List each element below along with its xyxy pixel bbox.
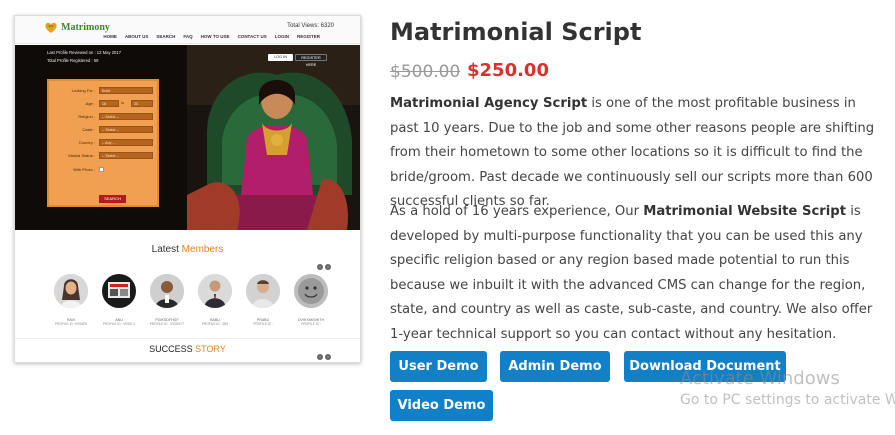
preview-form-label: Caste : bbox=[82, 127, 95, 132]
preview-nav-item: CONTACT US bbox=[237, 34, 267, 39]
preview-form-label: Looking For : bbox=[71, 88, 95, 93]
preview-nav-item: HOME bbox=[103, 34, 117, 39]
preview-story-arrows: ‹ › bbox=[317, 354, 331, 360]
product-preview-image: Matrimony Total Views: 6320 HOME ABOUT U… bbox=[14, 15, 361, 363]
preview-form-label: With Photo : bbox=[73, 167, 95, 172]
old-price: $500.00 bbox=[390, 62, 461, 82]
logo-icon bbox=[45, 22, 57, 33]
description-1-text: is one of the most profitable business i… bbox=[390, 96, 875, 209]
preview-member: DVIKYAKSHITH PROFILE ID : bbox=[291, 274, 331, 326]
preview-form-select: 30 bbox=[131, 100, 153, 107]
preview-nav-item: HOW TO USE bbox=[200, 34, 230, 39]
preview-divider bbox=[15, 338, 360, 339]
bride-photo bbox=[187, 45, 360, 230]
preview-form-select: -- Any -- bbox=[99, 139, 153, 146]
member-avatar bbox=[198, 274, 232, 308]
preview-member: BABU PROFILE ID : 3R5 bbox=[195, 274, 235, 326]
preview-total-views: Total Views: 6320 bbox=[287, 23, 334, 29]
preview-nav: HOME ABOUT US SEARCH FAQ HOW TO USE CONT… bbox=[103, 34, 320, 39]
member-avatar bbox=[246, 274, 280, 308]
member-profile-id: PROFILE ID : bbox=[253, 322, 273, 326]
preview-members-word: Members bbox=[181, 244, 224, 255]
admin-demo-button[interactable]: Admin Demo bbox=[500, 351, 610, 382]
preview-nav-item: ABOUT US bbox=[124, 34, 149, 39]
preview-latest-members-heading: Latest Members bbox=[15, 244, 360, 255]
preview-nav-item: LOGIN bbox=[274, 34, 289, 39]
member-profile-id: PROFILE ID : VI0DE 3 bbox=[102, 322, 136, 326]
preview-hero: Last Profile Reviewed on : 12 May 2017 T… bbox=[15, 45, 360, 230]
activate-windows-watermark: Activate Windows bbox=[680, 368, 840, 389]
chevron-left-icon: ‹ bbox=[317, 264, 323, 270]
preview-form-label: Country : bbox=[78, 140, 95, 145]
product-title: Matrimonial Script bbox=[390, 18, 642, 46]
preview-form-select: -- Select -- bbox=[99, 126, 153, 133]
product-description-2: As a hold of 16 years experience, Our Ma… bbox=[390, 200, 882, 347]
preview-success-word: SUCCESS bbox=[149, 344, 193, 354]
preview-form-select: -- Select -- bbox=[99, 113, 153, 120]
product-description-1: Matrimonial Agency Script is one of the … bbox=[390, 92, 882, 215]
description-2-before: As a hold of 16 years experience, Our bbox=[390, 204, 644, 219]
member-avatar bbox=[102, 274, 136, 308]
preview-latest-word: Latest bbox=[151, 244, 179, 255]
smiley-avatar-icon bbox=[294, 274, 328, 308]
preview-form-to: to bbox=[121, 101, 124, 105]
sale-price: $250.00 bbox=[467, 60, 549, 81]
preview-form-label: Religion : bbox=[78, 114, 95, 119]
member-profile-id: PROFILE ID : bbox=[301, 322, 321, 326]
chevron-left-icon: ‹ bbox=[317, 354, 323, 360]
preview-total-registered: Total Profile Registered : 68 bbox=[47, 58, 99, 63]
video-demo-button[interactable]: Video Demo bbox=[390, 390, 493, 421]
member-profile-id: PROFILE ID : K00AF6 bbox=[55, 322, 87, 326]
member-avatar bbox=[150, 274, 184, 308]
preview-login-button: LOG IN bbox=[268, 54, 293, 61]
preview-search-form: Looking For : Bride Age : 18 to 30 Relig… bbox=[47, 79, 159, 207]
description-2-after: is developed by multi-purpose functional… bbox=[390, 204, 873, 342]
preview-member: RAVI PROFILE ID : K00AF6 bbox=[51, 274, 91, 326]
member-avatar bbox=[54, 274, 88, 308]
chevron-right-icon: › bbox=[325, 354, 331, 360]
preview-header: Matrimony Total Views: 6320 HOME ABOUT U… bbox=[15, 16, 360, 44]
activate-windows-subtext: Go to PC settings to activate Win bbox=[680, 392, 895, 408]
preview-form-label: Marital Status : bbox=[68, 153, 95, 158]
preview-member: PGIKSDFHGF PROFILE ID : VSSBX77 bbox=[147, 274, 187, 326]
preview-nav-item: FAQ bbox=[183, 34, 193, 39]
chevron-right-icon: › bbox=[325, 264, 331, 270]
member-profile-id: PROFILE ID : 3R5 bbox=[201, 322, 229, 326]
preview-members-list: RAVI PROFILE ID : K00AF6 ANU PROFILE ID … bbox=[51, 274, 331, 326]
member-profile-id: PROFILE ID : VSSBX77 bbox=[149, 322, 185, 326]
preview-member: ANU PROFILE ID : VI0DE 3 bbox=[99, 274, 139, 326]
preview-form-select: -- Select -- bbox=[99, 152, 153, 159]
preview-form-select: Bride bbox=[99, 87, 153, 94]
description-2-bold: Matrimonial Website Script bbox=[643, 204, 847, 219]
preview-register-button: REGISTER HERE bbox=[295, 54, 327, 67]
preview-nav-item: SEARCH bbox=[156, 34, 176, 39]
preview-photo-checkbox bbox=[99, 167, 104, 172]
preview-last-reviewed: Last Profile Reviewed on : 12 May 2017 bbox=[47, 50, 122, 55]
preview-nav-item: REGISTER bbox=[296, 34, 320, 39]
preview-members-arrows: ‹ › bbox=[317, 264, 331, 270]
user-demo-button[interactable]: User Demo bbox=[390, 351, 487, 382]
preview-member: PRABU PROFILE ID : bbox=[243, 274, 283, 326]
preview-story-word: STORY bbox=[195, 344, 226, 354]
preview-search-button: SEARCH bbox=[99, 195, 126, 203]
preview-success-story-heading: SUCCESS STORY bbox=[15, 344, 360, 354]
preview-form-label: Age : bbox=[85, 101, 95, 106]
preview-form-select: 18 bbox=[99, 100, 119, 107]
description-1-bold: Matrimonial Agency Script bbox=[390, 96, 588, 111]
preview-logo-text: Matrimony bbox=[61, 22, 110, 33]
